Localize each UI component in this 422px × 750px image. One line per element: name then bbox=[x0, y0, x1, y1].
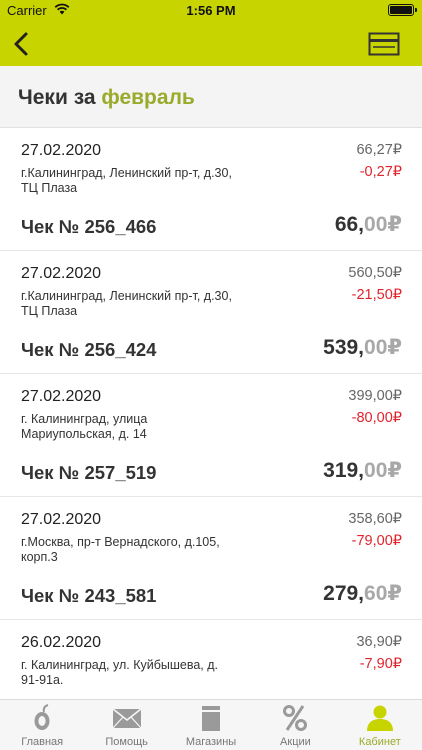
tab-label: Акции bbox=[280, 736, 311, 748]
tab-label: Помощь bbox=[105, 736, 148, 748]
receipt-discount: -79,00₽ bbox=[351, 533, 402, 549]
tab-account[interactable]: Кабинет bbox=[338, 700, 422, 750]
user-icon bbox=[366, 705, 393, 731]
title-prefix: Чеки за bbox=[18, 86, 96, 109]
receipt-address: г.Калининград, Ленинский пр-т, д.30, ТЦ … bbox=[21, 166, 271, 196]
tab-help[interactable]: Помощь bbox=[84, 700, 168, 750]
receipt-sum-frac: 00₽ bbox=[364, 459, 402, 482]
receipt-date: 26.02.2020 bbox=[21, 634, 102, 651]
envelope-icon bbox=[112, 708, 142, 729]
card-icon[interactable] bbox=[368, 32, 400, 56]
status-bar: Carrier 1:56 PM bbox=[0, 0, 422, 22]
receipt-date: 27.02.2020 bbox=[21, 388, 102, 405]
receipt-sum-int: 279, bbox=[323, 582, 365, 605]
receipt-address-line: г. Калининград, улица bbox=[21, 412, 148, 426]
tab-promotions[interactable]: Акции bbox=[253, 700, 337, 750]
receipt-total: 358,60₽ bbox=[348, 511, 402, 527]
receipt-sum-int: 66, bbox=[334, 213, 365, 236]
store-icon bbox=[202, 706, 221, 731]
receipt-list: 27.02.2020 г.Калининград, Ленинский пр-т… bbox=[0, 128, 422, 743]
tab-bar: Главная Помощь Магазины Акции Кабинет bbox=[0, 699, 422, 750]
page-title: Чеки за февраль bbox=[18, 86, 195, 110]
receipt-item[interactable]: 27.02.2020 г.Калининград, Ленинский пр-т… bbox=[0, 251, 422, 374]
top-bar: Carrier 1:56 PM bbox=[0, 0, 422, 66]
receipt-sum-int: 319, bbox=[323, 459, 365, 482]
receipt-total: 399,00₽ bbox=[348, 388, 402, 404]
receipt-address-line: 91-91а. bbox=[21, 673, 64, 687]
receipt-discount: -7,90₽ bbox=[359, 656, 402, 672]
status-time: 1:56 PM bbox=[186, 3, 236, 18]
receipt-item[interactable]: 27.02.2020 г.Калининград, Ленинский пр-т… bbox=[0, 128, 422, 251]
receipt-date: 27.02.2020 bbox=[21, 142, 102, 159]
receipt-sum: 539,00₽ bbox=[323, 335, 402, 360]
receipt-discount: -21,50₽ bbox=[351, 287, 402, 303]
receipt-sum-frac: 00₽ bbox=[364, 213, 402, 236]
receipt-total: 560,50₽ bbox=[348, 265, 402, 281]
receipt-address-line: г.Москва, пр-т Вернадского, д.105, bbox=[21, 535, 220, 549]
page-header: Чеки за февраль bbox=[0, 66, 422, 128]
receipt-sum-frac: 00₽ bbox=[364, 336, 402, 359]
tab-label: Главная bbox=[21, 736, 64, 748]
battery-icon bbox=[388, 4, 417, 16]
receipt-address-line: Мариупольская, д. 14 bbox=[21, 427, 147, 441]
receipt-sum: 319,00₽ bbox=[323, 458, 402, 483]
receipt-address-line: ТЦ Плаза bbox=[21, 304, 78, 318]
tab-label: Кабинет bbox=[358, 736, 401, 748]
receipt-item[interactable]: 27.02.2020 г.Москва, пр-т Вернадского, д… bbox=[0, 497, 422, 620]
receipt-address-line: г.Калининград, Ленинский пр-т, д.30, bbox=[21, 289, 232, 303]
receipt-discount: -80,00₽ bbox=[351, 410, 402, 426]
receipt-address-line: ТЦ Плаза bbox=[21, 181, 78, 195]
receipt-sum: 66,00₽ bbox=[335, 212, 402, 237]
receipt-address: г.Калининград, Ленинский пр-т, д.30, ТЦ … bbox=[21, 289, 271, 319]
tab-label: Магазины bbox=[185, 736, 237, 748]
receipt-address-line: корп.3 bbox=[21, 550, 58, 564]
receipt-address: г.Москва, пр-т Вернадского, д.105, корп.… bbox=[21, 535, 271, 565]
tab-stores[interactable]: Магазины bbox=[169, 700, 253, 750]
receipt-item[interactable]: 27.02.2020 г. Калининград, улица Мариупо… bbox=[0, 374, 422, 497]
receipt-number: Чек № 243_581 bbox=[21, 585, 157, 606]
receipt-address-line: г. Калининград, ул. Куйбышева, д. bbox=[21, 658, 218, 672]
receipt-sum-frac: 60₽ bbox=[364, 582, 402, 605]
tab-home[interactable]: Главная bbox=[0, 700, 84, 750]
receipt-sum-int: 539, bbox=[323, 336, 365, 359]
percent-icon bbox=[283, 705, 308, 731]
chevron-left-icon[interactable] bbox=[10, 30, 34, 58]
receipt-address: г. Калининград, ул. Куйбышева, д. 91-91а… bbox=[21, 658, 271, 688]
receipt-discount: -0,27₽ bbox=[359, 164, 402, 180]
receipt-sum: 279,60₽ bbox=[323, 581, 402, 606]
receipt-number: Чек № 257_519 bbox=[21, 462, 157, 483]
receipt-number: Чек № 256_466 bbox=[21, 216, 157, 237]
receipt-date: 27.02.2020 bbox=[21, 511, 102, 528]
receipt-date: 27.02.2020 bbox=[21, 265, 102, 282]
receipt-total: 36,90₽ bbox=[356, 634, 402, 650]
receipt-number: Чек № 256_424 bbox=[21, 339, 157, 360]
home-logo-icon bbox=[34, 704, 50, 730]
receipt-address: г. Калининград, улица Мариупольская, д. … bbox=[21, 412, 271, 442]
receipt-address-line: г.Калининград, Ленинский пр-т, д.30, bbox=[21, 166, 232, 180]
receipt-total: 66,27₽ bbox=[356, 142, 402, 158]
title-month[interactable]: февраль bbox=[101, 86, 194, 109]
